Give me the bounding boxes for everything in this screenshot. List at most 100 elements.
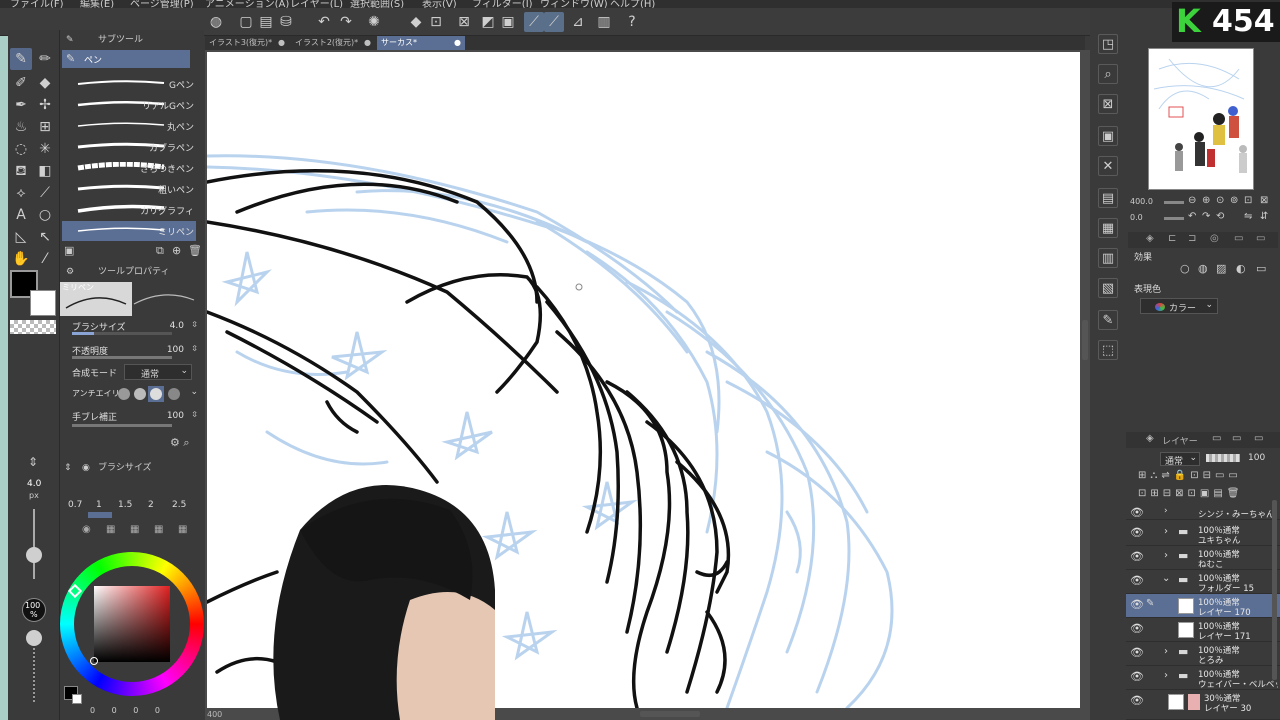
history-tab-icon[interactable]: ▦ (178, 524, 187, 535)
tab-icon-6[interactable]: ▭ (1256, 233, 1265, 244)
opacity-slider-knob[interactable] (26, 630, 42, 646)
layer-row[interactable]: 👁 › シンジ・みーちゃん (1126, 506, 1280, 520)
stabilization-row[interactable]: 手ブレ補正 100 ⇳ (64, 408, 200, 427)
left-size-slider[interactable]: ⇕ 4.0 px (22, 455, 48, 585)
transparent-color-swatch[interactable] (10, 320, 56, 334)
eye-icon[interactable]: 👁 (1130, 506, 1144, 519)
subtool-settings-icon[interactable]: ▣ (64, 244, 74, 257)
save-icon[interactable]: ⛁ (276, 12, 296, 32)
menu-view[interactable]: 表示(V) (422, 0, 457, 8)
opacity-value[interactable]: 100 (167, 345, 184, 355)
magic-wand-icon[interactable]: ✳ (34, 138, 56, 160)
canvas-vertical-scrollbar[interactable] (1082, 320, 1088, 360)
nav-rotate-value[interactable]: 0.0 (1130, 213, 1143, 222)
lasso-icon[interactable]: ◌ (10, 138, 32, 160)
help-icon[interactable]: ? (622, 12, 642, 32)
open-file-icon[interactable]: ▤ (256, 12, 276, 32)
expression-select[interactable]: カラー ⌄ (1140, 298, 1218, 314)
color-set-tab-icon[interactable]: ▦ (106, 524, 115, 535)
zoom-100-icon[interactable]: ⊚ (1230, 195, 1238, 206)
antialias-row[interactable]: アンチエイリアス ⌄ (64, 386, 200, 404)
intermediate-tab-icon[interactable]: ▦ (130, 524, 139, 535)
collapse-icon[interactable]: ⌄ (1162, 573, 1170, 584)
zoom-view-icon[interactable]: ⊡ (1244, 195, 1252, 206)
snap2-icon[interactable]: ◩ (478, 12, 498, 32)
hand-icon[interactable]: ✋ (10, 248, 32, 270)
layer-opacity-value[interactable]: 100 (1248, 453, 1265, 463)
doc-tab[interactable]: イラスト3(復元)* ● (205, 36, 289, 50)
menu-window[interactable]: ウィンドウ(W) (540, 0, 608, 8)
undo-icon[interactable]: ↶ (314, 12, 334, 32)
layer-opacity-slider[interactable] (1206, 454, 1240, 462)
layer-tab-icon-2[interactable]: ▭ (1212, 433, 1221, 444)
brush-item-arai[interactable]: 粗いペン (62, 179, 196, 199)
brush-item-kabura[interactable]: カブラペン (62, 137, 196, 157)
layer-tab-label[interactable]: レイヤー (1162, 434, 1198, 447)
approx-tab-icon[interactable]: ▦ (154, 524, 163, 535)
effect-tone-icon[interactable]: ▨ (1216, 262, 1226, 275)
ruler-snap-icon[interactable]: ⟋ (524, 12, 544, 32)
figure-icon[interactable]: ⟡ (10, 182, 32, 204)
item-bank-icon[interactable]: ⬚ (1098, 340, 1118, 360)
layer-blend-select[interactable]: 通常 ⌄ (1160, 452, 1200, 467)
brush-size-value[interactable]: 4.0 (170, 321, 184, 331)
brush-size-spinner-icon[interactable]: ⇳ (191, 320, 198, 329)
brushsize-tab-label[interactable]: ブラシサイズ (98, 460, 152, 476)
doc-tab[interactable]: イラスト2(復元)* ● (291, 36, 375, 50)
color-sv-square[interactable] (94, 586, 170, 662)
flip-h-icon[interactable]: ⇋ (1244, 211, 1252, 222)
zoom-full-icon[interactable]: ⊠ (1260, 195, 1268, 206)
brush-size-row[interactable]: ブラシサイズ 4.0 ⇳ (64, 318, 200, 336)
brush-item-zaratsuki[interactable]: ざらつきペン (62, 158, 196, 178)
flip-v-icon[interactable]: ⇵ (1260, 211, 1268, 222)
layer-row-selected[interactable]: 👁 ✎ 100％通常 レイヤー 170 (1126, 594, 1280, 618)
menu-help[interactable]: ヘルプ(H) (610, 0, 655, 8)
close-icon[interactable]: ● (454, 36, 461, 50)
eye-icon[interactable]: 👁 (1130, 574, 1144, 587)
nav-zoom-value[interactable]: 400.0 (1130, 197, 1153, 206)
brush-size-preset[interactable]: 2.5 (172, 500, 186, 510)
antialias-none[interactable] (118, 388, 130, 400)
eye-icon[interactable]: 👁 (1130, 670, 1144, 683)
eye-icon[interactable]: 👁 (1130, 598, 1144, 611)
snap3-icon[interactable]: ▣ (498, 12, 518, 32)
blend-icon[interactable]: ♨ (10, 116, 32, 138)
opacity-spinner-icon[interactable]: ⇳ (191, 344, 198, 353)
eye-icon[interactable]: 👁 (1130, 622, 1144, 635)
effect-watercolor-icon[interactable]: ◍ (1198, 262, 1208, 275)
effect-border-icon[interactable]: ○ (1180, 262, 1190, 275)
left-opacity-slider[interactable]: 100 % (22, 598, 48, 710)
frame-icon[interactable]: ◺ (10, 226, 32, 248)
new-file-icon[interactable]: ▢ (236, 12, 256, 32)
blend-row[interactable]: 合成モード 通常 ⌄ (64, 364, 200, 382)
rotate-right-icon[interactable]: ↷ (1202, 211, 1210, 222)
layer-row[interactable]: 👁 › ▬ 100％通常 ウェイバー・ベルベット (1126, 666, 1280, 690)
operation-icon[interactable]: ↖ (34, 226, 56, 248)
animation-icon[interactable]: ▦ (1098, 218, 1118, 238)
layer-row[interactable]: 👁 › ▬ 100％通常 ねむこ (1126, 546, 1280, 570)
zoom-out-icon[interactable]: ⊖ (1188, 195, 1196, 206)
subtool-copy-icon[interactable]: ⧉ (156, 244, 164, 258)
close-panel-icon[interactable]: ✕ (1098, 156, 1118, 176)
rotate-reset-icon[interactable]: ⟲ (1216, 211, 1224, 222)
layer-scrollbar[interactable] (1272, 500, 1277, 680)
spinner-icon[interactable]: ✺ (364, 12, 384, 32)
transform-icon[interactable]: ⊡ (426, 12, 446, 32)
subtool-group[interactable]: ✎ ペン (62, 50, 190, 68)
navigator-panel-icon[interactable]: ◳ (1098, 34, 1118, 54)
tab-icon-2[interactable]: ⊏ (1168, 233, 1176, 244)
doc-tab-active[interactable]: サーカス* ● (377, 36, 465, 50)
timeline-icon[interactable]: ▥ (1098, 248, 1118, 268)
layer-tab-icon-3[interactable]: ▭ (1232, 433, 1241, 444)
ruler-snap2-icon[interactable]: ⟋ (544, 12, 564, 32)
layer-property-icon[interactable]: ▣ (1098, 126, 1118, 146)
menu-page[interactable]: ページ管理(P) (130, 0, 194, 8)
subtool-delete-icon[interactable]: 🗑 (188, 244, 202, 257)
ruler-icon[interactable]: ⊿ (568, 12, 588, 32)
grid-icon[interactable]: ⊞ (34, 116, 56, 138)
antialias-weak[interactable] (134, 388, 146, 400)
airbrush-icon[interactable]: ✒ (10, 94, 32, 116)
sub-color-swatch[interactable] (30, 290, 56, 316)
menu-filter[interactable]: フィルター(I) (472, 0, 533, 8)
gradient-icon[interactable]: ◧ (34, 160, 56, 182)
